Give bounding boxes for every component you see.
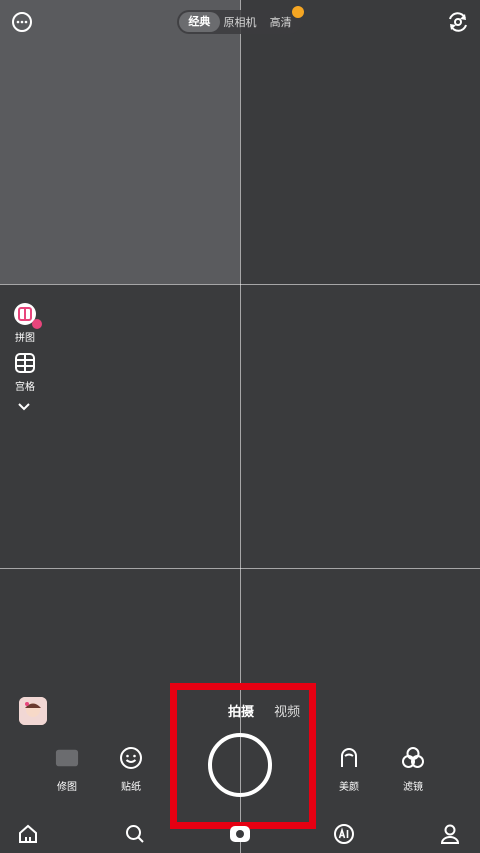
beauty-label: 美颜 — [339, 782, 359, 793]
camera-mode-selector: 经典 原相机 高清 — [177, 10, 301, 34]
filter-label: 滤镜 — [403, 782, 423, 793]
sticker-tool[interactable]: 贴纸 — [109, 746, 153, 793]
nav-ai[interactable] — [332, 822, 356, 846]
retouch-tool[interactable]: 修图 — [45, 746, 89, 793]
sticker-label: 贴纸 — [121, 782, 141, 793]
bottom-navigation — [0, 822, 480, 853]
grid-tool[interactable]: 宫格 — [10, 352, 40, 393]
filter-circles-icon — [401, 746, 425, 770]
nav-search[interactable] — [123, 822, 147, 846]
recent-photo-thumbnail[interactable] — [19, 697, 47, 725]
home-icon — [19, 824, 37, 843]
collage-icon — [14, 303, 42, 329]
more-button[interactable] — [10, 10, 34, 34]
highlight-annotation-box — [170, 683, 316, 829]
horizontal-grid-line-2 — [0, 568, 480, 569]
face-outline-icon — [337, 746, 361, 770]
mode-original[interactable]: 原相机 — [220, 14, 261, 30]
collage-badge — [32, 319, 42, 329]
camera-screen: 经典 原相机 高清 拼图 宫格 拍摄 视频 修图 贴纸 美颜 滤镜 — [0, 0, 480, 853]
smiley-icon — [119, 746, 143, 770]
grid-label: 宫格 — [15, 382, 35, 393]
more-icon — [12, 12, 32, 32]
chevron-down-icon — [18, 403, 30, 411]
retouch-label: 修图 — [57, 782, 77, 793]
nav-home[interactable] — [16, 822, 40, 846]
collage-label: 拼图 — [15, 333, 35, 344]
collage-tool[interactable]: 拼图 — [10, 303, 42, 344]
crown-icon — [292, 6, 304, 18]
nav-profile[interactable] — [438, 822, 462, 846]
image-edit-icon — [55, 746, 79, 770]
nav-camera[interactable] — [228, 822, 252, 846]
top-left-grid-cell — [0, 0, 240, 284]
ai-icon — [334, 824, 354, 844]
expand-tools-button[interactable] — [14, 399, 34, 418]
grid-icon — [14, 352, 36, 374]
filter-tool[interactable]: 滤镜 — [391, 746, 435, 793]
horizontal-grid-line-1 — [0, 284, 480, 285]
beauty-tool[interactable]: 美颜 — [327, 746, 371, 793]
mode-classic[interactable]: 经典 — [179, 12, 220, 32]
profile-icon — [440, 824, 460, 844]
camera-flip-icon — [449, 12, 467, 32]
search-icon — [126, 825, 144, 843]
camera-icon — [230, 826, 250, 842]
flip-camera-button[interactable] — [446, 10, 470, 34]
